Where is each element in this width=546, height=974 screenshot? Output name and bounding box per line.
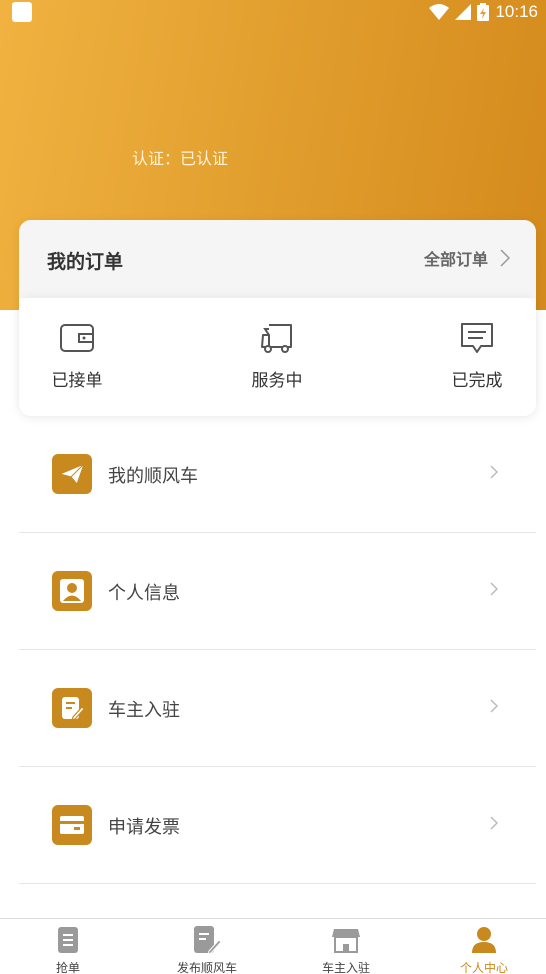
- battery-icon: [477, 3, 490, 21]
- document-icon: [58, 927, 78, 953]
- order-status-label: 服务中: [251, 371, 303, 391]
- menu-item-label: 个人信息: [108, 583, 180, 604]
- tab-label: 发布顺风车: [176, 961, 237, 974]
- certification-status: 认证：已认证: [132, 149, 229, 168]
- order-status-in-service[interactable]: 服务中: [227, 320, 327, 391]
- card-icon: [52, 805, 92, 845]
- tab-driver-onboarding[interactable]: 车主入驻: [296, 925, 396, 974]
- my-orders-card: 我的订单 全部订单 已接单 服务中 已完成: [19, 220, 536, 416]
- all-orders-link[interactable]: 全部订单: [424, 246, 510, 270]
- menu-item-invoice[interactable]: 申请发票: [19, 767, 536, 884]
- paper-plane-icon: [52, 454, 92, 494]
- menu-item-driver-onboarding[interactable]: 车主入驻: [19, 650, 536, 767]
- order-status-accepted[interactable]: 已接单: [27, 320, 127, 391]
- store-icon: [332, 929, 360, 953]
- chevron-right-icon: [500, 249, 510, 267]
- wifi-icon: [429, 4, 450, 20]
- menu-item-personal-info[interactable]: 个人信息: [19, 533, 536, 650]
- notification-icon: [12, 2, 32, 22]
- edit-icon: [52, 688, 92, 728]
- signal-icon: [455, 4, 472, 20]
- menu-item-label: 我的顺风车: [108, 466, 198, 487]
- tab-grab-order[interactable]: 抢单: [18, 925, 118, 974]
- bottom-tab-bar: 抢单 发布顺风车 车主入驻 个人中心: [0, 918, 546, 974]
- tab-label: 车主入驻: [321, 961, 370, 974]
- document-edit-icon: [194, 926, 222, 955]
- order-status-completed[interactable]: 已完成: [427, 320, 527, 391]
- user-icon: [52, 571, 92, 611]
- tab-label: 抢单: [55, 961, 80, 974]
- person-icon: [472, 927, 496, 953]
- truck-icon: [261, 324, 292, 353]
- chevron-right-icon: [490, 816, 498, 830]
- status-indicators: 10:16: [429, 1, 538, 23]
- order-status-label: 已接单: [51, 371, 103, 391]
- chevron-right-icon: [490, 699, 498, 713]
- menu-item-my-rides[interactable]: 我的顺风车: [19, 416, 536, 533]
- tab-personal-center[interactable]: 个人中心: [434, 925, 534, 974]
- order-status-label: 已完成: [451, 371, 503, 391]
- wallet-icon: [60, 324, 94, 352]
- message-icon: [461, 323, 493, 353]
- menu-item-label: 车主入驻: [108, 700, 180, 721]
- all-orders-label: 全部订单: [423, 250, 488, 269]
- tab-publish-ride[interactable]: 发布顺风车: [157, 925, 257, 974]
- status-bar: 10:16: [0, 0, 546, 24]
- chevron-right-icon: [490, 582, 498, 596]
- menu-item-label: 申请发票: [108, 817, 180, 838]
- tab-label: 个人中心: [459, 961, 508, 974]
- my-orders-title: 我的订单: [47, 251, 124, 273]
- status-time: 10:16: [495, 2, 538, 21]
- chevron-right-icon: [490, 465, 498, 479]
- order-status-row: 已接单 服务中 已完成: [19, 298, 536, 416]
- my-orders-header: 我的订单 全部订单: [19, 220, 536, 298]
